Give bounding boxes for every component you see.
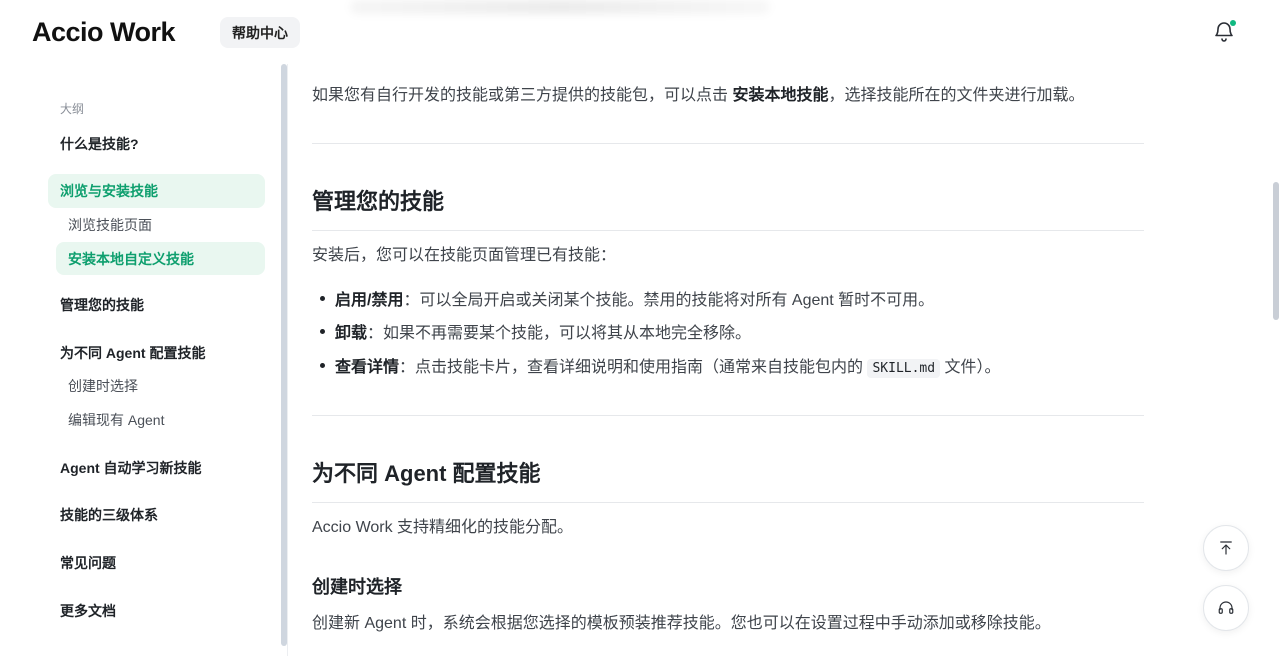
list-item-text: ：如果不再需要某个技能，可以将其从本地完全移除。 xyxy=(367,325,752,342)
faded-content xyxy=(350,0,770,14)
local-install-paragraph: 如果您有自行开发的技能或第三方提供的技能包，可以点击 安装本地技能，选择技能所在… xyxy=(312,84,1084,108)
inline-code: SKILL.md xyxy=(867,359,941,378)
logo-text: Accio Work xyxy=(32,16,176,47)
list-item: 启用/禁用：可以全局开启或关闭某个技能。禁用的技能将对所有 Agent 暂时不可… xyxy=(320,289,934,313)
logo[interactable]: Accio Work xyxy=(32,16,176,48)
nav-item-faq[interactable]: 常见问题 xyxy=(48,546,265,580)
support-button[interactable] xyxy=(1203,585,1249,631)
nav-sub-browse-page[interactable]: 浏览技能页面 xyxy=(56,208,265,241)
heading-underline xyxy=(312,502,1144,503)
list-item-text: ：可以全局开启或关闭某个技能。禁用的技能将对所有 Agent 暂时不可用。 xyxy=(403,292,935,309)
nav-item-configure-agent[interactable]: 为不同 Agent 配置技能 xyxy=(48,336,265,370)
create-select-text: 创建新 Agent 时，系统会根据您选择的模板预装推荐技能。您也可以在设置过程中… xyxy=(312,615,1051,632)
list-item-tail: 文件）。 xyxy=(940,359,1001,376)
nav-item-browse-install[interactable]: 浏览与安装技能 xyxy=(48,174,265,208)
nav-sub-install-local[interactable]: 安装本地自定义技能 xyxy=(56,242,265,275)
list-item-term: 卸载 xyxy=(335,325,368,342)
create-select-heading: 创建时选择 xyxy=(312,577,402,597)
section-divider xyxy=(312,415,1144,416)
back-to-top-button[interactable] xyxy=(1203,525,1249,571)
list-item: 查看详情：点击技能卡片，查看详细说明和使用指南（通常来自技能包内的 SKILL.… xyxy=(320,356,1001,381)
nav-sub-edit-agent[interactable]: 编辑现有 Agent xyxy=(56,403,265,436)
local-install-prefix: 如果您有自行开发的技能或第三方提供的技能包，可以点击 xyxy=(312,87,733,104)
list-item-term: 查看详情 xyxy=(335,359,400,376)
manage-intro: 安装后，您可以在技能页面管理已有技能： xyxy=(312,247,617,264)
outline-label: 大纲 xyxy=(60,102,85,116)
bullet xyxy=(320,329,325,335)
configure-heading: 为不同 Agent 配置技能 xyxy=(312,461,541,486)
list-item-text: ：点击技能卡片，查看详细说明和使用指南（通常来自技能包内的 xyxy=(399,359,868,376)
heading-underline xyxy=(312,230,1144,231)
sidebar-divider xyxy=(287,64,288,656)
notification-dot xyxy=(1230,20,1236,26)
local-install-suffix: ，选择技能所在的文件夹进行加载。 xyxy=(828,87,1085,104)
bullet xyxy=(320,296,325,302)
manage-heading: 管理您的技能 xyxy=(312,189,445,214)
nav-item-auto-learn[interactable]: Agent 自动学习新技能 xyxy=(48,451,265,485)
nav-sub-create-select[interactable]: 创建时选择 xyxy=(56,369,265,402)
nav-item-three-tier[interactable]: 技能的三级体系 xyxy=(48,498,265,532)
install-local-skill-term: 安装本地技能 xyxy=(732,87,829,104)
configure-intro: Accio Work 支持精细化的技能分配。 xyxy=(312,519,574,536)
back-to-top-icon xyxy=(1220,541,1232,555)
section-divider xyxy=(312,143,1144,144)
headset-icon xyxy=(1218,601,1234,614)
main-scrollbar[interactable] xyxy=(1273,182,1279,320)
nav-item-manage-skills[interactable]: 管理您的技能 xyxy=(48,288,265,322)
list-item-term: 启用/禁用 xyxy=(335,292,404,309)
nav-item-more-docs[interactable]: 更多文档 xyxy=(48,594,265,628)
bullet xyxy=(320,363,325,369)
nav-item-what-is-skill[interactable]: 什么是技能? xyxy=(48,127,265,161)
help-center-badge[interactable]: 帮助中心 xyxy=(220,17,300,48)
list-item: 卸载：如果不再需要某个技能，可以将其从本地完全移除。 xyxy=(320,322,751,346)
